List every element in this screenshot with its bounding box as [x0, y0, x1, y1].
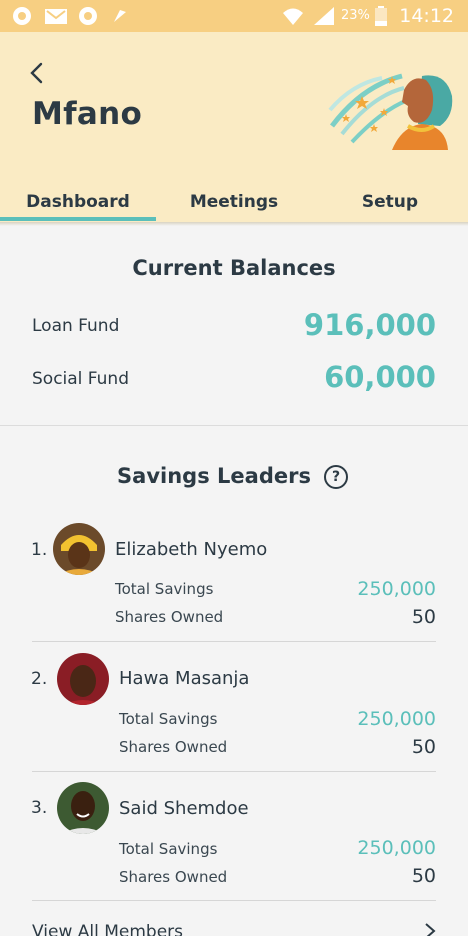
signal-icon: [314, 7, 334, 25]
total-savings-value: 250,000: [357, 708, 436, 730]
shares-owned-value: 50: [411, 865, 436, 887]
leader-name: Said Shemdoe: [119, 798, 249, 819]
back-arrow-icon[interactable]: [28, 62, 48, 84]
leader-name: Hawa Masanja: [119, 668, 250, 689]
avatar: [53, 523, 105, 575]
total-savings-value: 250,000: [357, 837, 436, 859]
avatar: [57, 653, 109, 705]
view-all-members-link[interactable]: View All Members: [32, 922, 183, 936]
leader-name: Elizabeth Nyemo: [115, 539, 268, 560]
tab-meetings[interactable]: Meetings: [156, 190, 312, 222]
woman-illustration-icon: [328, 73, 453, 150]
group-name: Mfano: [32, 96, 143, 132]
active-tab-indicator: [0, 217, 156, 221]
row-divider: [32, 771, 436, 772]
leader-rank: 3.: [31, 798, 48, 818]
shares-owned-value: 50: [411, 606, 436, 628]
rocket-icon: [114, 10, 126, 22]
chrome-icon: [79, 7, 97, 25]
leaders-title: Savings Leaders: [117, 464, 311, 488]
total-savings-label: Total Savings: [119, 840, 218, 858]
leader-rank: 1.: [31, 540, 48, 560]
shares-owned-label: Shares Owned: [115, 608, 224, 626]
shares-owned-value: 50: [411, 736, 436, 758]
loan-fund-value: 916,000: [303, 308, 436, 342]
battery-percent: 23%: [341, 8, 370, 23]
tab-setup[interactable]: Setup: [312, 190, 468, 222]
row-divider: [32, 900, 436, 901]
row-divider: [32, 641, 436, 642]
loan-fund-label: Loan Fund: [32, 316, 120, 336]
total-savings-label: Total Savings: [115, 580, 214, 598]
help-icon[interactable]: ?: [324, 465, 348, 489]
shares-owned-label: Shares Owned: [119, 868, 228, 886]
clock: 14:12: [399, 5, 454, 27]
shares-owned-label: Shares Owned: [119, 738, 228, 756]
status-bar: 23% 14:12: [0, 0, 468, 32]
social-fund-label: Social Fund: [32, 369, 129, 389]
leader-rank: 2.: [31, 669, 48, 689]
total-savings-label: Total Savings: [119, 710, 218, 728]
battery-icon: [375, 6, 387, 26]
chevron-right-icon[interactable]: [424, 922, 436, 936]
header-shadow: [0, 222, 468, 226]
chrome-icon: [13, 7, 31, 25]
balances-title: Current Balances: [132, 256, 336, 280]
wifi-icon: [283, 8, 303, 25]
total-savings-value: 250,000: [357, 578, 436, 600]
social-fund-value: 60,000: [324, 360, 436, 394]
section-divider: [0, 425, 468, 426]
gmail-icon: [45, 9, 67, 24]
avatar: [57, 782, 109, 834]
